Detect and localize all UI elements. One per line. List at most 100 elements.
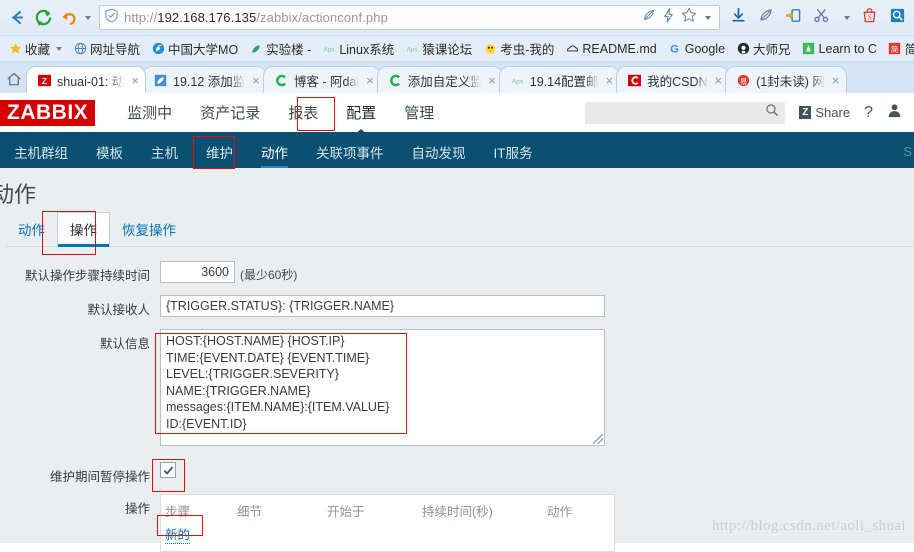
close-icon[interactable]: × (713, 74, 723, 87)
bookmark-item[interactable]: README.md (561, 41, 660, 57)
close-icon[interactable]: × (364, 74, 374, 87)
zabbix-subnav-item[interactable]: 关联项事件 (302, 135, 398, 168)
zabbix-subnav-item[interactable]: 动作 (247, 135, 302, 168)
chevron-down-icon[interactable] (705, 15, 711, 20)
default-subject-input[interactable]: {TRIGGER.STATUS}: {TRIGGER.NAME} (160, 295, 605, 317)
bookmark-item[interactable]: 简简 (884, 38, 914, 59)
svg-text:简: 简 (891, 45, 898, 54)
browser-tab[interactable]: 易 (1封未读) 网 × (725, 66, 847, 93)
field-pause-maintenance: 维护期间暂停操作 (0, 462, 914, 485)
bookmark-item[interactable]: 中国大学MO (147, 38, 242, 59)
bookmark-item[interactable]: Aps Linux系统 (318, 38, 398, 59)
browser-tab-title: shuai-01: 动 (57, 74, 125, 89)
reload-button[interactable] (30, 5, 56, 31)
close-icon[interactable]: × (129, 74, 139, 87)
svg-text:Z: Z (42, 76, 47, 85)
zabbix-subnav-item[interactable]: 主机群组 (0, 135, 82, 168)
share-label: Share (815, 105, 851, 120)
shop-icon[interactable]: S (861, 7, 878, 29)
globe-icon (73, 42, 87, 56)
zabbix-subnav-item[interactable]: 主机 (137, 135, 192, 168)
bookmark-item[interactable]: 网址导航 (69, 38, 144, 59)
bookmark-label: Learn to C (818, 41, 877, 56)
global-search-input[interactable] (585, 101, 786, 124)
operations-table-header-cell: 开始于 (327, 505, 365, 519)
bookmark-item[interactable]: Learn to C (798, 41, 881, 57)
share-button[interactable]: Z Share (799, 105, 850, 120)
close-icon[interactable]: × (830, 74, 840, 87)
star-icon[interactable] (681, 7, 697, 28)
operations-table-header: 步骤 细节 开始于 持续时间(秒) 动作 (161, 495, 614, 524)
zabbix-subnav-item[interactable]: IT服务 (480, 135, 547, 168)
zabbix-subnav-item[interactable]: 自动发现 (398, 135, 480, 168)
back-button[interactable] (4, 5, 30, 31)
pause-maintenance-label: 维护期间暂停操作 (49, 470, 150, 484)
browser-tab[interactable]: 我的CSDN × (616, 66, 730, 93)
jian-icon: 简 (888, 42, 902, 56)
textarea-resize-handle[interactable] (593, 434, 603, 444)
address-bar[interactable]: http://192.168.176.135/zabbix/actionconf… (99, 5, 720, 30)
bookmark-item[interactable]: 实验楼 - (245, 38, 315, 59)
close-icon[interactable]: × (250, 74, 260, 87)
page-title: 动作 (0, 182, 37, 207)
leaf-icon[interactable] (758, 7, 774, 28)
browser-tab[interactable]: 博客 - 阿dai × (262, 66, 381, 93)
form-tab[interactable]: 操作 (57, 212, 110, 247)
scissors-icon[interactable] (813, 7, 830, 29)
default-step-duration-input[interactable]: 3600 (160, 261, 235, 283)
download-icon[interactable] (730, 7, 747, 29)
browser-tab-title: 博客 - 阿dai (293, 74, 360, 89)
chevron-down-icon[interactable] (56, 46, 63, 51)
bookmark-item[interactable]: Aps 猿课论坛 (401, 38, 476, 59)
cast-icon[interactable] (785, 7, 802, 29)
undo-dropdown-caret[interactable] (85, 15, 91, 20)
zabbix-subnav-item[interactable]: 模板 (82, 135, 137, 168)
aps-icon: Aps (405, 42, 419, 56)
zabbix-subnav-item[interactable]: 维护 (192, 135, 247, 168)
pen-icon[interactable] (642, 8, 656, 27)
home-icon[interactable] (2, 65, 26, 93)
chevron-down-icon[interactable] (844, 15, 850, 20)
browser-tab[interactable]: Aps 19.14配置邮 × (498, 66, 621, 93)
default-message-textarea[interactable]: HOST:{HOST.NAME} {HOST.IP} TIME:{EVENT.D… (160, 329, 605, 446)
browser-tab[interactable]: 添加自定义监 × (376, 66, 503, 93)
zabbix-menu-item[interactable]: 资产记录 (186, 92, 274, 133)
user-profile-icon[interactable] (887, 103, 902, 123)
form-tab[interactable]: 恢复操作 (110, 213, 188, 246)
shield-icon (104, 8, 119, 28)
browser-tab[interactable]: Zshuai-01: 动 × (26, 66, 146, 93)
pause-maintenance-checkbox[interactable] (160, 462, 176, 478)
zabbix-header-right: Z Share ? (585, 101, 914, 124)
bookmark-item[interactable]: G Google (664, 41, 729, 57)
evernote-icon (153, 73, 168, 88)
zabbix-logo[interactable]: ZABBIX (0, 99, 96, 126)
form-tab[interactable]: 动作 (6, 213, 57, 246)
magnifier-app-icon[interactable] (889, 7, 906, 29)
browser-tab-title: (1封未读) 网 (756, 74, 825, 89)
svg-text:Aps: Aps (324, 46, 335, 53)
help-button[interactable]: ? (864, 104, 873, 122)
zabbix-menu-item[interactable]: 配置 (332, 92, 390, 133)
browser-extension-icons: S (726, 7, 910, 29)
bookmark-label: 网址导航 (90, 43, 141, 57)
bookmark-label: 实验楼 - (266, 43, 312, 57)
bookmark-item[interactable]: 考虫-我的 (479, 38, 558, 59)
new-operation-link[interactable]: 新的 (165, 524, 191, 544)
close-icon[interactable]: × (604, 74, 614, 87)
mooc-icon (151, 42, 165, 56)
browser-tab-title: 添加自定义监 (407, 74, 482, 89)
leaf-icon (249, 42, 263, 56)
zabbix-menu-item[interactable]: 监测中 (113, 92, 186, 133)
browser-tab[interactable]: 19.12 添加监 × (142, 66, 267, 93)
action-operations-form: 默认操作步骤持续时间 3600 (最少60秒) 默认接收人 {TRIGGER.S… (0, 247, 914, 552)
zabbix-menu-item[interactable]: 报表 (274, 92, 332, 133)
close-icon[interactable]: × (486, 74, 496, 87)
browser-tab-title: 19.14配置邮 (529, 74, 599, 89)
lightning-icon[interactable] (662, 7, 675, 28)
zabbix-header: ZABBIX 监测中 资产记录 报表 配置 管理 Z Share ? (0, 93, 914, 135)
bookmark-item[interactable]: 大师兄 (732, 38, 795, 59)
operations-table-body: 新的 (161, 524, 614, 551)
bookmark-item[interactable]: 收藏 (4, 38, 66, 59)
zabbix-menu-item[interactable]: 管理 (390, 92, 448, 133)
undo-button[interactable] (56, 5, 82, 31)
